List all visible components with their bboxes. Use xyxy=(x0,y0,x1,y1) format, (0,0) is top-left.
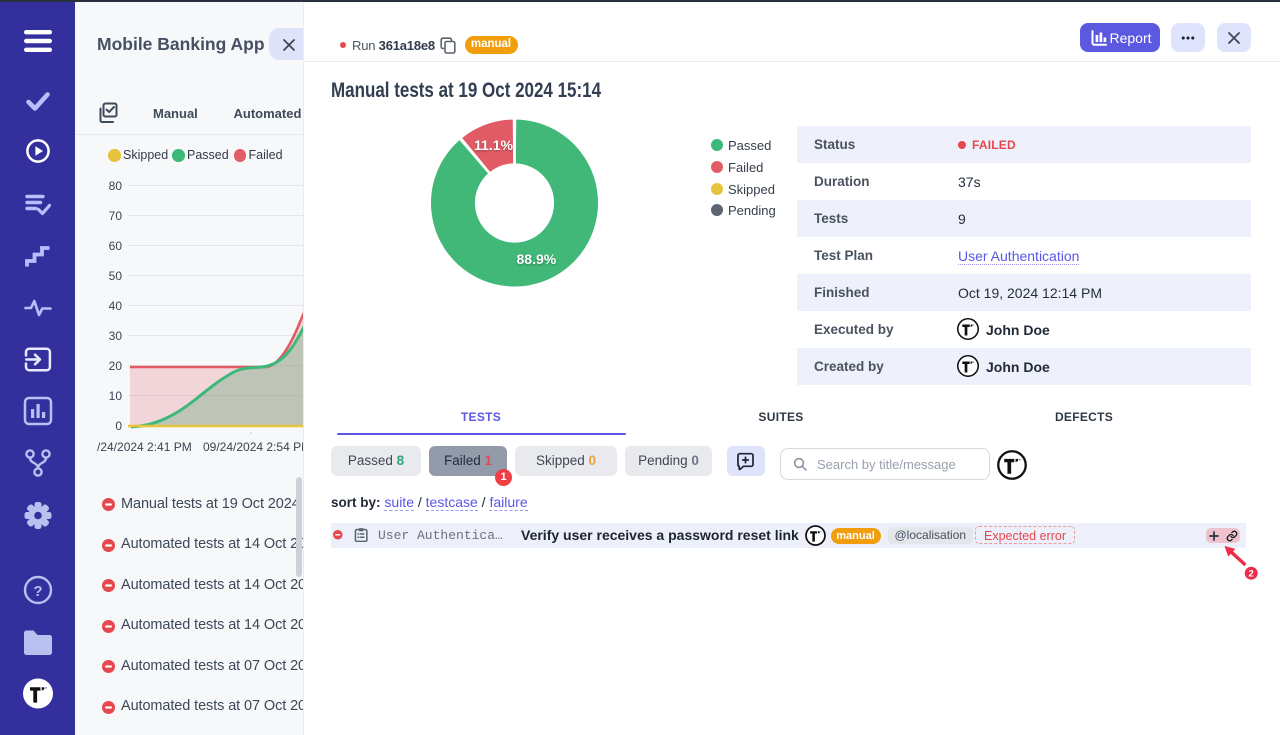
svg-text:2: 2 xyxy=(1249,569,1254,580)
svg-text:?: ? xyxy=(33,583,42,600)
